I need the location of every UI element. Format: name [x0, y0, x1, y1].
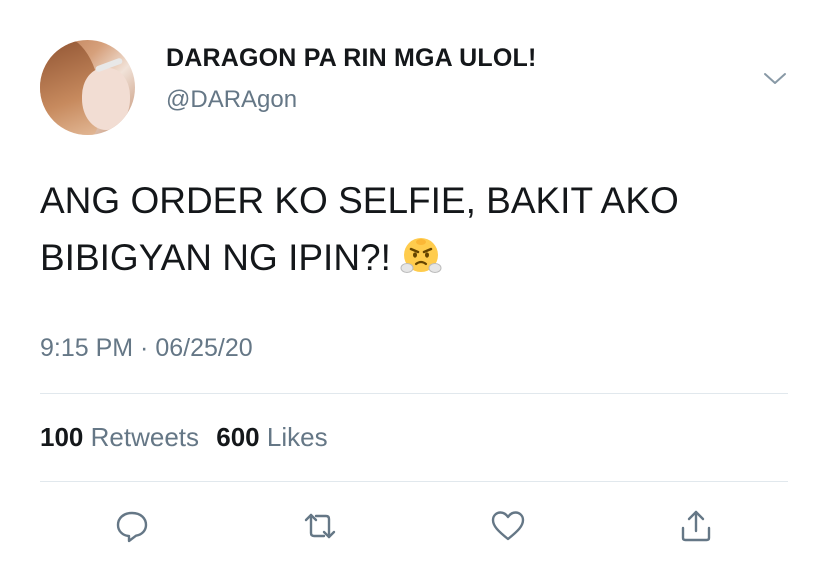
likes-label: Likes — [266, 422, 328, 452]
retweets-count: 100 — [40, 422, 84, 452]
avatar-face — [82, 68, 130, 130]
action-bar — [0, 506, 828, 546]
reply-icon[interactable] — [112, 506, 152, 546]
tweet-timestamp[interactable]: 9:15 PM · 06/25/20 — [40, 334, 253, 363]
tweet-text: ANG ORDER KO SELFIE, BAKIT AKO BIBIGYAN … — [40, 172, 800, 286]
chevron-down-icon[interactable] — [762, 68, 788, 88]
divider — [40, 481, 788, 482]
likes-count: 600 — [216, 422, 260, 452]
display-name[interactable]: DARAGON PA RIN MGA ULOL! — [166, 44, 537, 73]
likes-stat[interactable]: 600 Likes — [216, 422, 327, 452]
retweets-label: Retweets — [90, 422, 200, 452]
tweet-text-line1: ANG ORDER KO SELFIE, BAKIT AKO — [40, 180, 679, 221]
tweet-text-line2: BIBIGYAN NG IPIN?! — [40, 237, 391, 278]
share-icon[interactable] — [676, 506, 716, 546]
retweets-stat[interactable]: 100 Retweets — [40, 422, 199, 452]
retweet-icon[interactable] — [300, 506, 340, 546]
divider — [40, 393, 788, 394]
like-icon[interactable] — [488, 506, 528, 546]
tweet-stats: 100 Retweets 600 Likes — [40, 422, 338, 453]
face-with-steam-from-nose-icon — [399, 234, 443, 278]
user-handle[interactable]: @DARAgon — [166, 86, 297, 114]
avatar[interactable] — [40, 40, 135, 135]
